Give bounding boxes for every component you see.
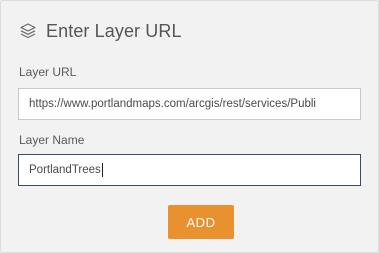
layer-name-label: Layer Name — [19, 133, 85, 147]
layer-name-input[interactable]: PortlandTrees — [18, 154, 361, 186]
panel-header: Enter Layer URL — [19, 19, 182, 43]
add-button[interactable]: ADD — [168, 205, 234, 239]
text-caret — [101, 162, 103, 177]
layers-icon — [19, 22, 37, 40]
layer-url-label: Layer URL — [19, 65, 77, 79]
enter-layer-url-panel: Enter Layer URL Layer URL https://www.po… — [0, 0, 379, 253]
layer-url-input[interactable]: https://www.portlandmaps.com/arcgis/rest… — [18, 88, 361, 120]
layer-name-value: PortlandTrees — [29, 164, 101, 176]
panel-title: Enter Layer URL — [46, 20, 182, 41]
layer-url-value: https://www.portlandmaps.com/arcgis/rest… — [29, 98, 316, 110]
